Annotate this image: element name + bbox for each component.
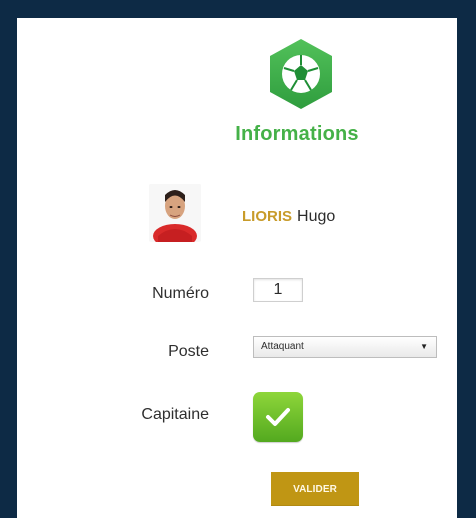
- poste-select[interactable]: Attaquant ▼: [253, 336, 437, 358]
- page-title: Informations: [235, 123, 359, 145]
- app-window: Informations LIORISHugo Numéro Poste Att…: [17, 18, 457, 518]
- checkmark-icon: [266, 408, 290, 426]
- numero-label: Numéro: [152, 285, 209, 302]
- poste-label: Poste: [168, 343, 209, 360]
- player-name: LIORIS Hugo: [242, 208, 335, 226]
- numero-input[interactable]: [253, 278, 303, 302]
- football-logo-icon: [270, 39, 332, 109]
- poste-select-value: Attaquant: [261, 341, 304, 352]
- player-avatar: [149, 184, 201, 242]
- player-avatar-icon: [149, 184, 201, 242]
- capitaine-checkbox[interactable]: [253, 392, 303, 442]
- player-last-name: LIORIS: [242, 208, 293, 225]
- capitaine-label: Capitaine: [141, 406, 209, 423]
- player-first-name: Hugo: [297, 208, 336, 225]
- dropdown-arrow-icon: ▼: [420, 342, 428, 351]
- validate-button[interactable]: VALIDER: [271, 472, 359, 506]
